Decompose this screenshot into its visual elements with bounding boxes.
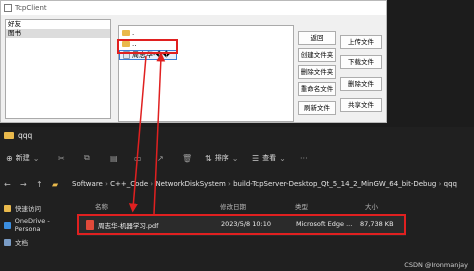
column-header-type[interactable]: 类型 [295,201,308,211]
create-folder-button[interactable]: 创建文件夹 [298,48,336,62]
new-button-label: 新建 [15,154,30,162]
chevron-down-icon: ⌄ [231,153,239,163]
up-arrow-icon[interactable]: ↑ [36,180,43,189]
watermark: CSDN @Ironmanjay [404,261,468,269]
tcpclient-titlebar: TcpClient [1,1,386,15]
download-file-button[interactable]: 下载文件 [340,55,382,69]
document-icon [4,238,11,246]
column-header-date[interactable]: 修改日期 [220,201,246,211]
new-button[interactable]: ⊕ 新建 ⌄ [6,149,39,167]
breadcrumb: Software › C++_Code › NetworkDiskSystem … [72,180,457,188]
chevron-down-icon: ⌄ [279,153,286,163]
delete-folder-button[interactable]: 删除文件夹 [298,65,336,79]
breadcrumb-item[interactable]: qqq [444,180,457,188]
sort-icon: ⇅ [205,153,212,163]
annotation-box-client-file [117,39,178,54]
chevron-down-icon: ⌄ [32,153,40,163]
file-item-label: . [132,28,135,37]
forward-arrow-icon[interactable]: → [20,180,27,189]
column-headers: 名称 修改日期 类型 大小 [75,201,474,212]
column-header-name[interactable]: 名称 [95,201,108,211]
tcpclient-window: TcpClient 好友 图书 . .. 周志华-�� 返回 创建文件夹 删除文… [0,0,387,123]
friend-item[interactable]: 好友 [6,20,110,29]
sidebar-item-label: OneDrive - Persona [14,217,50,233]
sidebar-item-label: 快速访问 [15,205,41,213]
delete-icon[interactable]: 🗑 [182,149,192,167]
explorer-tab[interactable]: qqq [0,127,474,143]
file-explorer-window: qqq ⊕ 新建 ⌄ ✂ ⧉ ▤ ▭ ↗ 🗑 ⇅ 排序 ⌄ ☰ 查看 ⌄ ···… [0,127,474,271]
breadcrumb-item[interactable]: build-TcpServer-Desktop_Qt_5_14_2_MinGW_… [233,180,436,188]
rename-icon[interactable]: ▭ [134,149,142,167]
paste-icon[interactable]: ▤ [110,149,118,167]
breadcrumb-item[interactable]: C++_Code [110,180,148,188]
sidebar-item-quick-access[interactable]: 快速访问 [0,202,75,214]
address-bar[interactable]: ← → ↑ ▰ Software › C++_Code › NetworkDis… [0,177,474,193]
copy-icon[interactable]: ⧉ [84,149,90,167]
star-icon [4,204,11,212]
friend-item[interactable]: 图书 [6,29,110,38]
share-file-button[interactable]: 共享文件 [340,98,382,112]
folder-icon: ▰ [52,180,59,189]
view-button-label: 查看 [262,154,277,162]
share-icon[interactable]: ↗ [157,149,164,167]
cloud-icon [4,221,11,229]
sort-button-label: 排序 [214,154,229,162]
window-title: TcpClient [15,4,47,12]
explorer-toolbar: ⊕ 新建 ⌄ ✂ ⧉ ▤ ▭ ↗ 🗑 ⇅ 排序 ⌄ ☰ 查看 ⌄ ··· [0,149,474,167]
folder-icon [4,131,14,139]
more-icon[interactable]: ··· [300,149,308,167]
back-button[interactable]: 返回 [298,31,336,45]
add-icon: ⊕ [6,153,13,163]
tab-title: qqq [18,130,33,140]
refresh-files-button[interactable]: 刷新文件 [298,101,336,115]
breadcrumb-item[interactable]: NetworkDiskSystem [155,180,225,188]
sidebar-item-label: 文档 [15,239,28,247]
rename-file-button[interactable]: 重命名文件 [298,82,336,96]
screenshot-root: TcpClient 好友 图书 . .. 周志华-�� 返回 创建文件夹 删除文… [0,0,474,271]
upload-file-button[interactable]: 上传文件 [340,35,382,49]
delete-file-button[interactable]: 删除文件 [340,77,382,91]
cut-icon[interactable]: ✂ [58,149,65,167]
back-arrow-icon[interactable]: ← [4,180,11,189]
sort-button[interactable]: ⇅ 排序 ⌄ [205,149,238,167]
sidebar-item-onedrive[interactable]: OneDrive - Persona [0,217,75,233]
navigation-pane: 快速访问 OneDrive - Persona 文档 [0,202,75,271]
breadcrumb-item[interactable]: Software [72,180,103,188]
view-icon: ☰ [252,153,260,163]
friend-list[interactable]: 好友 图书 [5,19,111,119]
file-item[interactable]: . [119,28,293,37]
view-button[interactable]: ☰ 查看 ⌄ [252,149,286,167]
app-window-icon [4,4,12,12]
sidebar-item-documents[interactable]: 文档 [0,236,75,248]
column-header-size[interactable]: 大小 [365,201,378,211]
folder-icon [122,29,130,36]
annotation-box-explorer-file [77,214,406,235]
